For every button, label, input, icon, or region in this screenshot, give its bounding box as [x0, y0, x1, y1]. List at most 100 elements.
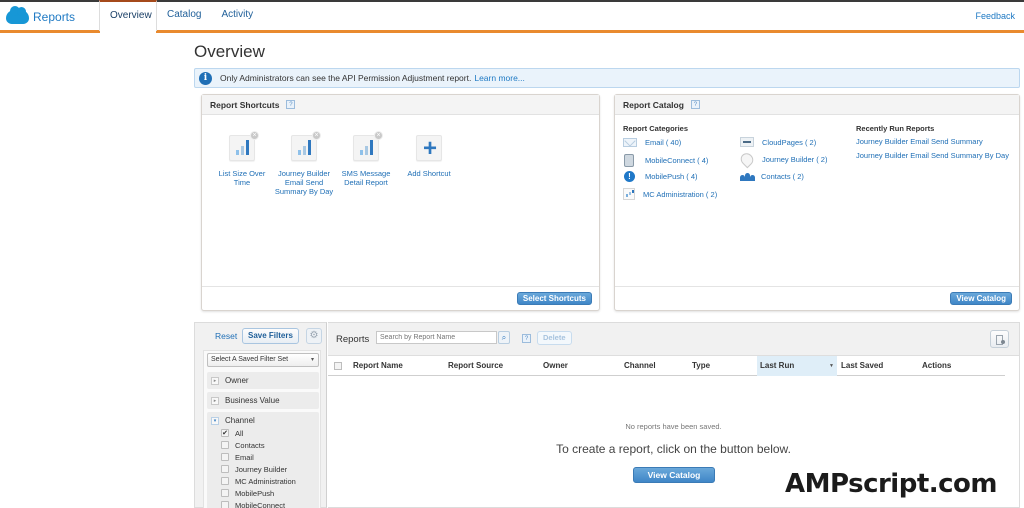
watermark-text: AMPscript.com	[781, 468, 1001, 500]
banner-text: Only Administrators can see the API Perm…	[220, 73, 472, 83]
feedback-link[interactable]: Feedback	[975, 11, 1015, 21]
report-categories-heading: Report Categories	[623, 124, 689, 133]
page-title: Overview	[194, 42, 265, 61]
checkbox[interactable]	[221, 501, 229, 508]
channel-option-email[interactable]: Email	[207, 451, 319, 463]
category-email[interactable]: Email ( 40)	[623, 138, 681, 147]
view-catalog-empty-button[interactable]: View Catalog	[633, 467, 715, 483]
category-mobileconnect[interactable]: MobileConnect ( 4)	[624, 154, 708, 167]
panel-header: Report Shortcuts ?	[202, 95, 599, 115]
checkbox[interactable]	[221, 489, 229, 497]
tab-overview[interactable]: Overview	[99, 0, 157, 34]
remove-shortcut-icon[interactable]: ×	[250, 131, 259, 140]
column-owner[interactable]: Owner	[543, 356, 568, 376]
column-last-saved[interactable]: Last Saved	[841, 356, 883, 376]
category-contacts[interactable]: Contacts ( 2)	[740, 171, 804, 181]
gear-icon[interactable]: ⚙	[306, 328, 322, 344]
web-page-icon	[740, 137, 754, 147]
delete-button[interactable]: Delete	[537, 331, 572, 345]
panel-footer: View Catalog	[615, 286, 1019, 310]
column-last-run[interactable]: Last Run ▼	[757, 356, 837, 376]
channel-option-journey-builder[interactable]: Journey Builder	[207, 463, 319, 475]
recent-report-link[interactable]: Journey Builder Email Send Summary	[856, 137, 983, 146]
channel-option-mobilepush[interactable]: MobilePush	[207, 487, 319, 499]
save-filters-button[interactable]: Save Filters	[242, 328, 299, 344]
category-mc-administration[interactable]: MC Administration ( 2)	[623, 188, 717, 200]
facet-channel[interactable]: ▾ Channel ✔ All Contacts Email Journey B…	[207, 412, 319, 508]
people-icon	[740, 171, 756, 181]
app-brand[interactable]: Reports	[6, 6, 76, 27]
column-settings-icon[interactable]	[990, 330, 1009, 348]
checkbox[interactable]	[221, 441, 229, 449]
panel-header: Report Catalog ?	[615, 95, 1019, 115]
shortcut-sms-message-detail-report[interactable]: × SMS Message Detail Report	[336, 131, 396, 187]
column-actions: Actions	[922, 361, 952, 370]
remove-shortcut-icon[interactable]: ×	[374, 131, 383, 140]
column-report-name[interactable]: Report Name	[353, 356, 403, 376]
shortcut-list-size-over-time[interactable]: × List Size Over Time	[212, 131, 272, 187]
checkbox[interactable]	[221, 477, 229, 485]
sort-descending-icon: ▼	[829, 363, 834, 369]
shortcut-label: SMS Message Detail Report	[341, 169, 391, 187]
checkbox[interactable]	[221, 465, 229, 473]
category-mobilepush[interactable]: ! MobilePush ( 4)	[624, 171, 698, 182]
add-shortcut[interactable]: + Add Shortcut	[399, 135, 459, 178]
tab-catalog[interactable]: Catalog	[157, 2, 211, 33]
checkbox-checked[interactable]: ✔	[221, 429, 229, 437]
report-catalog-panel: Report Catalog ? Report Categories Email…	[614, 94, 1020, 311]
help-icon[interactable]: ?	[690, 100, 700, 109]
report-search-input[interactable]	[376, 331, 497, 344]
help-icon[interactable]: ?	[286, 100, 296, 109]
empty-state-hint: To create a report, click on the button …	[556, 442, 791, 456]
main-tabs: Overview Catalog Activity	[99, 0, 263, 34]
bar-chart-icon: ×	[353, 131, 383, 161]
view-catalog-button[interactable]: View Catalog	[950, 292, 1012, 305]
push-notification-icon: !	[624, 171, 635, 182]
reset-filters-link[interactable]: Reset	[215, 331, 237, 341]
info-banner: i Only Administrators can see the API Pe…	[194, 68, 1020, 88]
checkbox[interactable]	[221, 453, 229, 461]
report-shortcuts-panel: Report Shortcuts ? × List Size Over Time…	[201, 94, 600, 311]
panel-title: Report Catalog	[623, 99, 684, 110]
shortcut-journey-builder-email-send-summary-by-day[interactable]: × Journey Builder Email Send Summary By …	[274, 131, 334, 196]
plus-icon: +	[416, 135, 442, 162]
saved-filter-set-select[interactable]: Select A Saved Filter Set ▾	[207, 353, 319, 367]
column-report-source[interactable]: Report Source	[448, 356, 503, 376]
select-all-checkbox[interactable]	[334, 362, 342, 370]
tab-activity[interactable]: Activity	[211, 2, 263, 33]
search-icon[interactable]: ⌕	[498, 331, 510, 344]
column-channel[interactable]: Channel	[624, 356, 656, 376]
learn-more-link[interactable]: Learn more...	[474, 73, 525, 83]
channel-option-contacts[interactable]: Contacts	[207, 439, 319, 451]
recently-run-heading: Recently Run Reports	[856, 124, 935, 133]
channel-option-all[interactable]: ✔ All	[207, 427, 319, 439]
channel-option-mobileconnect[interactable]: MobileConnect	[207, 499, 319, 508]
shortcut-label: List Size Over Time	[218, 169, 266, 187]
shortcut-label: Journey Builder Email Send Summary By Da…	[274, 169, 334, 196]
app-title: Reports	[33, 10, 76, 24]
collapse-icon: ▾	[211, 416, 219, 425]
bar-chart-icon: ×	[291, 131, 321, 161]
salesforce-cloud-logo-icon	[6, 6, 29, 24]
empty-state-message: No reports have been saved.	[625, 422, 722, 431]
help-icon[interactable]: ?	[522, 334, 531, 343]
reports-table-header: Report Name Report Source Owner Channel …	[328, 356, 1005, 376]
top-nav-bar: Reports Overview Catalog Activity Feedba…	[0, 0, 1024, 34]
category-cloudpages[interactable]: CloudPages ( 2)	[740, 137, 816, 147]
shortcut-label: Add Shortcut	[407, 169, 451, 178]
remove-shortcut-icon[interactable]: ×	[312, 131, 321, 140]
mobile-phone-icon	[624, 154, 634, 167]
facet-owner[interactable]: ▸ Owner	[207, 372, 319, 389]
select-shortcuts-button[interactable]: Select Shortcuts	[516, 292, 592, 305]
facet-business-value[interactable]: ▸ Business Value	[207, 392, 319, 409]
category-journey-builder[interactable]: Journey Builder ( 2)	[738, 150, 827, 169]
recent-report-link[interactable]: Journey Builder Email Send Summary By Da…	[856, 151, 1009, 160]
admin-chart-icon	[623, 188, 635, 200]
chevron-down-icon: ▾	[310, 357, 314, 363]
info-icon: i	[199, 71, 212, 85]
column-type[interactable]: Type	[692, 356, 710, 376]
reports-label: Reports	[336, 334, 370, 345]
panel-title: Report Shortcuts	[210, 99, 280, 110]
bar-chart-icon: ×	[229, 131, 259, 161]
channel-option-mc-administration[interactable]: MC Administration	[207, 475, 319, 487]
